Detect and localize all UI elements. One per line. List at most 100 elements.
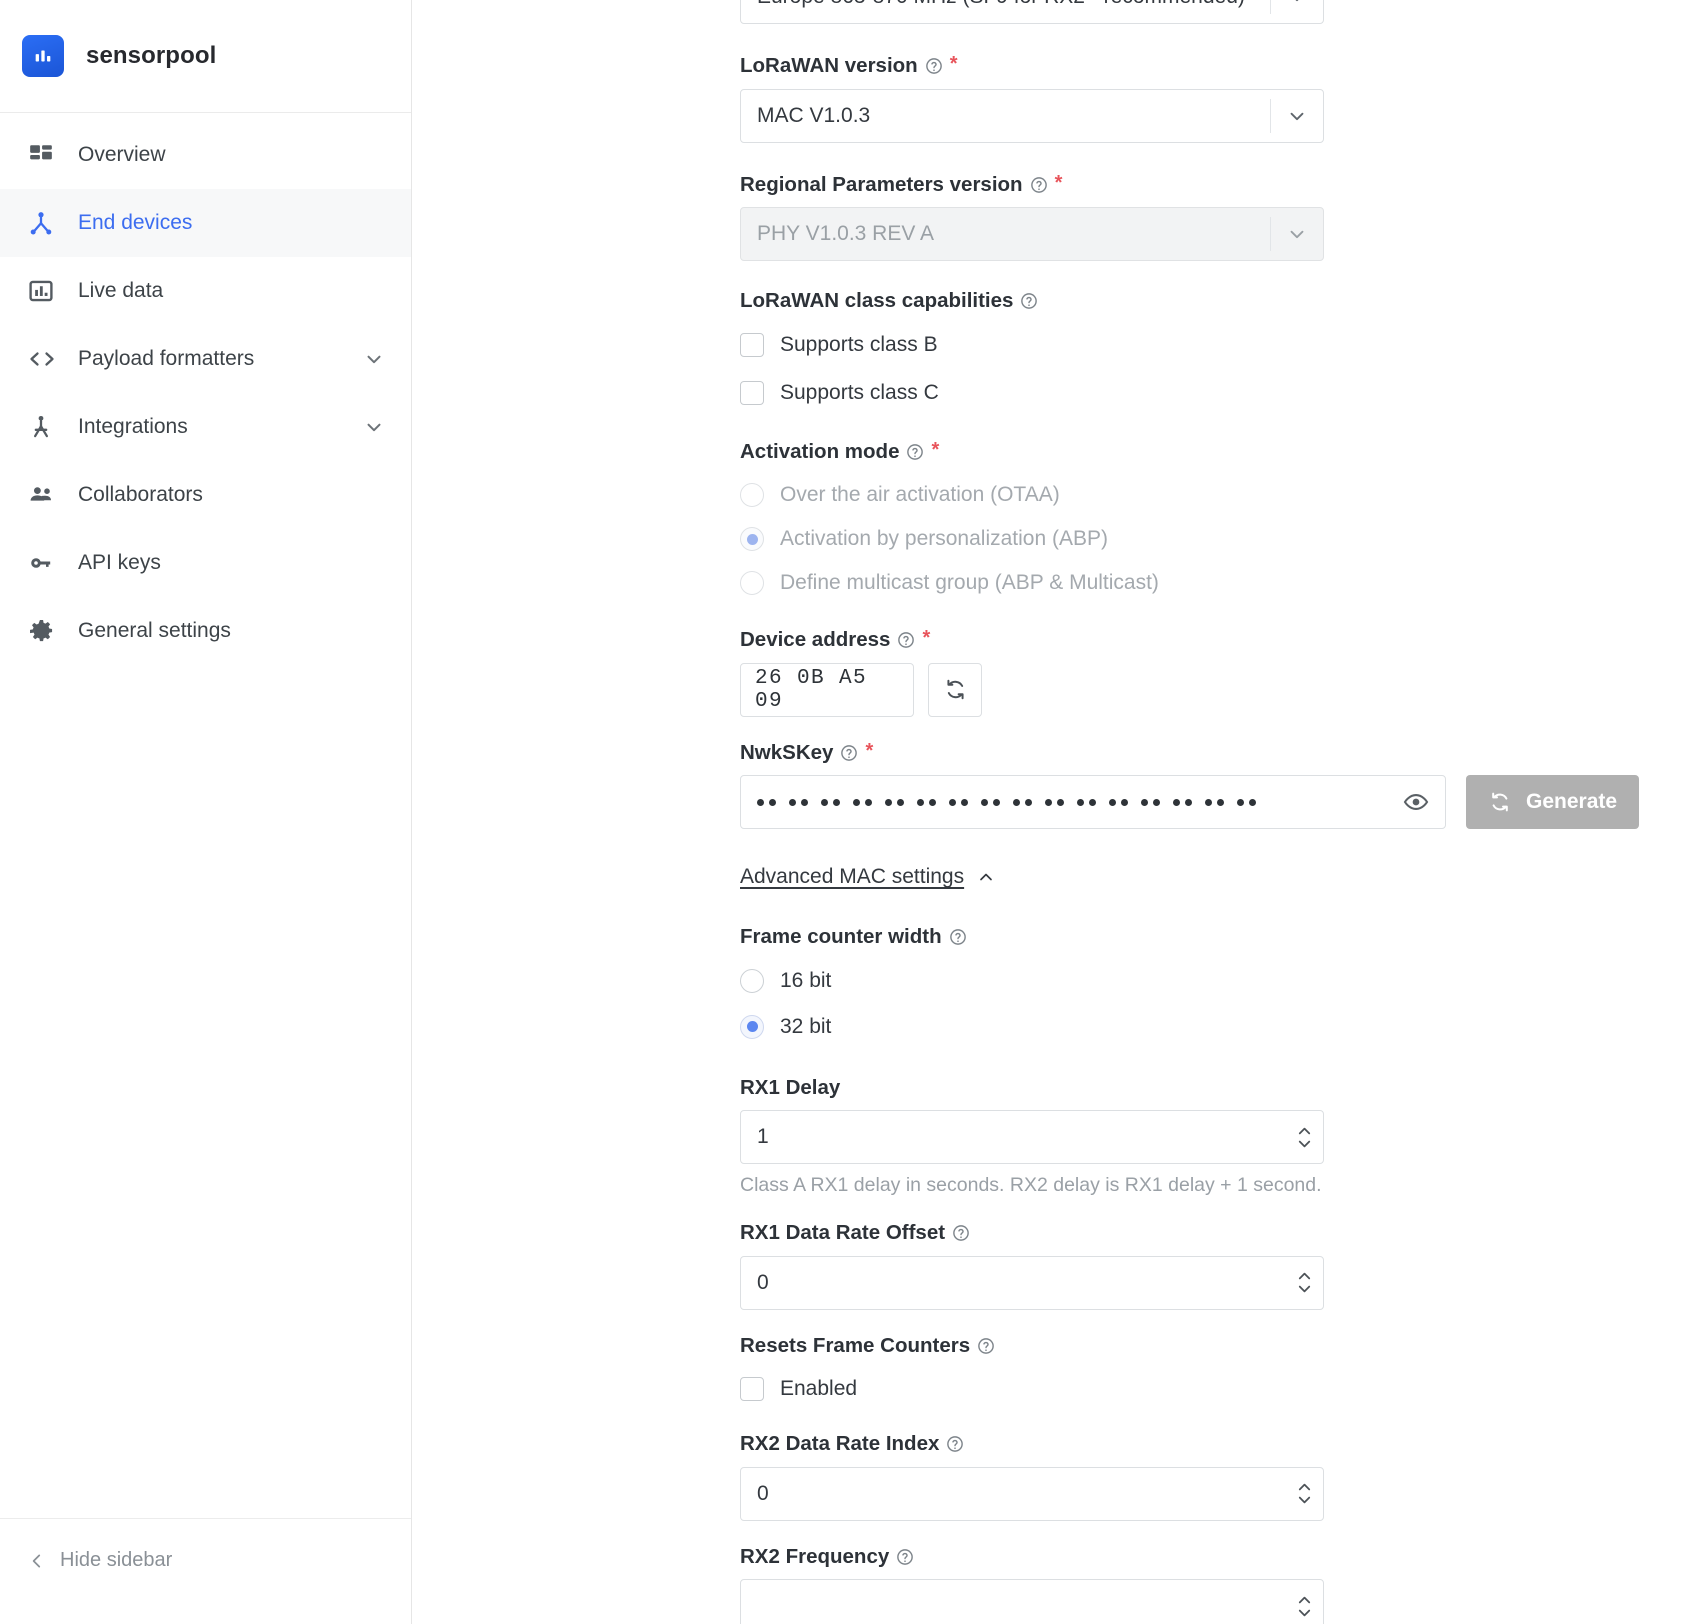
- rx1-data-rate-offset-value: 0: [757, 1270, 769, 1294]
- help-icon[interactable]: [949, 928, 967, 946]
- help-icon[interactable]: [1020, 292, 1038, 310]
- checkbox-icon[interactable]: [740, 380, 764, 405]
- number-stepper[interactable]: [1296, 1126, 1313, 1149]
- rx1-data-rate-offset-label-row: RX1 Data Rate Offset: [740, 1222, 1694, 1244]
- rx2-data-rate-index-input[interactable]: 0: [740, 1466, 1324, 1521]
- rx2-data-rate-index-label: RX2 Data Rate Index: [740, 1432, 940, 1455]
- radio-icon[interactable]: [740, 968, 764, 993]
- chevron-down-icon[interactable]: [1271, 105, 1323, 127]
- advanced-mac-settings-link[interactable]: Advanced MAC settings: [740, 865, 996, 889]
- refresh-icon: [943, 677, 968, 702]
- rx1-delay-input[interactable]: 1: [740, 1110, 1324, 1164]
- radio-icon: [740, 483, 764, 507]
- end-devices-icon: [28, 208, 62, 238]
- help-icon[interactable]: [925, 57, 943, 75]
- device-address-regenerate-button[interactable]: [928, 662, 982, 717]
- sidebar-item-overview[interactable]: Overview: [0, 121, 411, 189]
- activation-mode-abp-row: Activation by personalization (ABP): [740, 518, 1694, 560]
- sidebar-item-integrations[interactable]: Integrations: [0, 393, 411, 461]
- activation-mode-multicast-label: Define multicast group (ABP & Multicast): [780, 571, 1159, 594]
- frame-counter-width-label-row: Frame counter width: [740, 926, 1694, 948]
- nwkskey-input[interactable]: [740, 775, 1446, 829]
- class-capabilities-label: LoRaWAN class capabilities: [740, 289, 1014, 312]
- chevron-down-icon[interactable]: [363, 416, 385, 438]
- help-icon[interactable]: [1030, 176, 1048, 194]
- chevron-up-icon: [976, 867, 996, 887]
- rx2-frequency-label: RX2 Frequency: [740, 1544, 890, 1568]
- advanced-mac-settings-toggle[interactable]: Advanced MAC settings: [740, 865, 1694, 889]
- activation-mode-label-row: Activation mode *: [740, 440, 1694, 463]
- rx2-frequency-field: RX2 Frequency: [740, 1544, 1694, 1624]
- sidebar-item-live-data[interactable]: Live data: [0, 257, 411, 325]
- number-stepper[interactable]: [1296, 1271, 1313, 1294]
- resets-frame-counters-field: Resets Frame Counters Enabled: [740, 1335, 1694, 1411]
- chevron-left-icon: [28, 1552, 46, 1570]
- sidebar-item-collaborators[interactable]: Collaborators: [0, 461, 411, 529]
- help-icon[interactable]: [896, 1548, 914, 1566]
- activation-mode-otaa-label: Over the air activation (OTAA): [780, 483, 1060, 506]
- help-icon[interactable]: [906, 443, 924, 461]
- sidebar-item-general-settings[interactable]: General settings: [0, 597, 411, 665]
- masked-char-pair: [757, 798, 776, 806]
- lorawan-version-select[interactable]: MAC V1.0.3: [740, 88, 1324, 143]
- help-icon[interactable]: [977, 1337, 995, 1355]
- masked-char-pair: [1045, 798, 1064, 806]
- chevron-down-icon[interactable]: [363, 348, 385, 370]
- required-marker: *: [949, 53, 958, 75]
- sidebar-nav: Overview End devices Live data Payload f…: [0, 113, 411, 665]
- sidebar-item-label: Payload formatters: [78, 347, 255, 370]
- refresh-icon: [1488, 790, 1512, 814]
- sidebar-item-api-keys[interactable]: API keys: [0, 529, 411, 597]
- device-address-input[interactable]: 26 0B A5 09: [740, 662, 914, 717]
- supports-class-c-checkbox-row[interactable]: Supports class C: [740, 372, 1694, 414]
- sidebar-item-label: Collaborators: [78, 483, 203, 506]
- lorawan-version-field: LoRaWAN version * MAC V1.0.3: [740, 53, 1694, 143]
- lorawan-version-value: MAC V1.0.3: [757, 103, 871, 127]
- activation-mode-multicast-row: Define multicast group (ABP & Multicast): [740, 562, 1694, 604]
- nwkskey-label-row: NwkSKey *: [740, 740, 1694, 764]
- rx2-data-rate-index-value: 0: [757, 1481, 769, 1505]
- checkbox-icon[interactable]: [740, 1377, 764, 1401]
- frame-counter-32bit-label: 32 bit: [780, 1014, 832, 1038]
- brand-name: sensorpool: [86, 42, 217, 69]
- resets-frame-counters-checkbox-row[interactable]: Enabled: [740, 1368, 1694, 1410]
- frequency-plan-value: Europe 863-870 MHz (SF9 for RX2 - recomm…: [757, 0, 1270, 9]
- masked-char-pair: [981, 798, 1000, 806]
- number-stepper[interactable]: [1296, 1482, 1313, 1505]
- help-icon[interactable]: [840, 744, 858, 762]
- nwkskey-generate-button[interactable]: Generate: [1466, 775, 1640, 829]
- brand-header[interactable]: sensorpool: [0, 0, 411, 113]
- masked-char-pair: [1077, 798, 1096, 806]
- nwkskey-row: Generate: [740, 775, 1694, 829]
- sidebar-item-end-devices[interactable]: End devices: [0, 189, 411, 257]
- help-icon[interactable]: [897, 631, 915, 649]
- radio-selected-icon: [740, 527, 764, 551]
- resets-frame-counters-option-label: Enabled: [780, 1377, 858, 1400]
- rx1-data-rate-offset-input[interactable]: 0: [740, 1255, 1324, 1310]
- frequency-plan-select[interactable]: Europe 863-870 MHz (SF9 for RX2 - recomm…: [740, 0, 1324, 24]
- supports-class-b-checkbox-row[interactable]: Supports class B: [740, 324, 1694, 366]
- help-icon[interactable]: [952, 1224, 970, 1242]
- regional-parameters-version-label: Regional Parameters version: [740, 172, 1023, 196]
- activation-mode-otaa-row: Over the air activation (OTAA): [740, 474, 1694, 516]
- chevron-down-icon[interactable]: [1271, 0, 1323, 8]
- number-stepper[interactable]: [1296, 1595, 1313, 1618]
- class-capabilities-label-row: LoRaWAN class capabilities: [740, 289, 1694, 312]
- regional-parameters-version-select: PHY V1.0.3 REV A: [740, 207, 1324, 261]
- integrations-icon: [28, 412, 62, 442]
- checkbox-icon[interactable]: [740, 332, 764, 357]
- frame-counter-32bit-row[interactable]: 32 bit: [740, 1006, 1694, 1048]
- gear-icon: [28, 616, 62, 646]
- rx2-frequency-input[interactable]: [740, 1579, 1324, 1624]
- sidebar-item-label: Integrations: [78, 415, 188, 438]
- code-brackets-icon: [28, 344, 62, 374]
- help-icon[interactable]: [946, 1435, 964, 1453]
- rx1-delay-label: RX1 Delay: [740, 1075, 841, 1099]
- radio-selected-icon[interactable]: [740, 1014, 764, 1039]
- frame-counter-16bit-row[interactable]: 16 bit: [740, 960, 1694, 1002]
- eye-icon[interactable]: [1403, 789, 1429, 815]
- nwkskey-label: NwkSKey: [740, 740, 834, 764]
- masked-char-pair: [1173, 798, 1192, 806]
- sidebar-item-payload-formatters[interactable]: Payload formatters: [0, 325, 411, 393]
- hide-sidebar-button[interactable]: Hide sidebar: [28, 1549, 172, 1572]
